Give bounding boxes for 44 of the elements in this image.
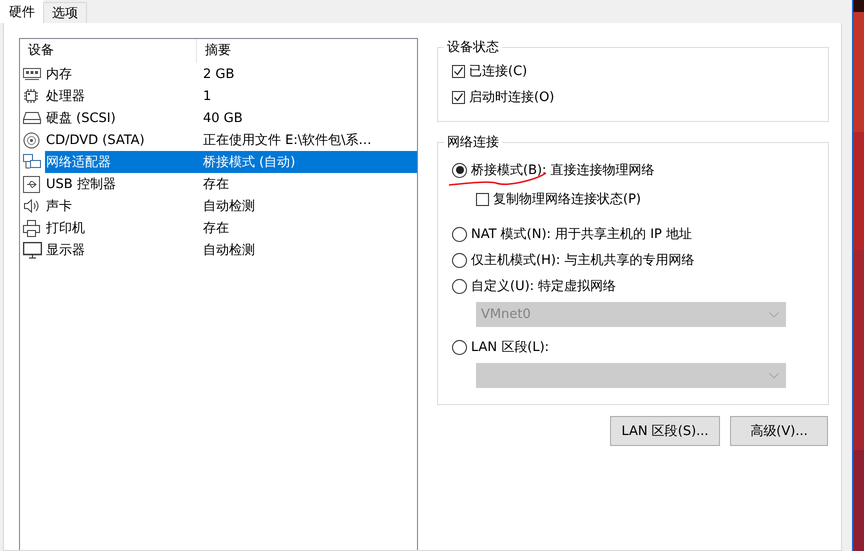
list-row[interactable]: CD/DVD (SATA) 正在使用文件 E:\软件包\系… xyxy=(45,129,417,151)
list-row[interactable]: 网络适配器 桥接模式 (自动) xyxy=(45,151,417,173)
printer-icon xyxy=(23,220,40,236)
group-title: 网络连接 xyxy=(446,134,500,151)
memory-icon xyxy=(23,68,41,80)
radio-button[interactable] xyxy=(452,162,467,178)
radio-label[interactable]: 仅主机模式(H): 与主机共享的专用网络 xyxy=(471,251,694,269)
radio-label[interactable]: 桥接模式(B): 直接连接物理网络 xyxy=(471,161,655,179)
list-row[interactable]: 内存 2 GB xyxy=(45,63,417,85)
checkbox[interactable] xyxy=(452,64,465,78)
radio-label[interactable]: NAT 模式(N): 用于共享主机的 IP 地址 xyxy=(471,225,692,243)
list-row[interactable]: USB 控制器 存在 xyxy=(45,173,417,195)
drive-icon xyxy=(23,111,41,125)
checkbox[interactable] xyxy=(476,192,489,206)
list-row[interactable]: 显示器 自动检测 xyxy=(45,239,417,261)
usb-icon xyxy=(23,176,40,192)
list-row[interactable]: 硬盘 (SCSI) 40 GB xyxy=(45,107,417,129)
list-row[interactable]: 打印机 存在 xyxy=(45,217,417,239)
network-icon xyxy=(23,154,41,170)
chip-icon xyxy=(23,88,39,104)
group-title: 设备状态 xyxy=(446,39,500,56)
checkbox-label[interactable]: 已连接(C) xyxy=(469,62,528,80)
radio-button[interactable] xyxy=(452,226,467,242)
radio-label[interactable]: 自定义(U): 特定虚拟网络 xyxy=(471,277,616,295)
disc-icon xyxy=(23,132,40,148)
dialog-button[interactable]: 高级(V)... xyxy=(730,416,828,446)
tab[interactable]: 选项 xyxy=(43,2,87,23)
column-header[interactable]: 摘要 xyxy=(197,39,231,63)
radio-button[interactable] xyxy=(452,340,467,354)
list-row[interactable]: 处理器 1 xyxy=(45,85,417,107)
monitor-icon xyxy=(23,242,42,258)
checkbox[interactable] xyxy=(452,90,465,104)
checkbox-label[interactable]: 启动时连接(O) xyxy=(469,88,554,106)
radio-button[interactable] xyxy=(452,278,467,294)
chevron-icon xyxy=(769,312,779,318)
chevron-icon xyxy=(769,372,779,378)
dialog-button[interactable]: LAN 区段(S)... xyxy=(610,416,720,446)
list-row[interactable]: 声卡 自动检测 xyxy=(45,195,417,217)
checkbox-label[interactable]: 复制物理网络连接状态(P) xyxy=(493,190,641,208)
tab[interactable]: 硬件 xyxy=(0,0,44,23)
speaker-icon xyxy=(23,199,39,213)
radio-button[interactable] xyxy=(452,252,467,268)
column-header[interactable]: 设备 xyxy=(20,39,197,63)
radio-label[interactable]: LAN 区段(L): xyxy=(471,338,550,356)
